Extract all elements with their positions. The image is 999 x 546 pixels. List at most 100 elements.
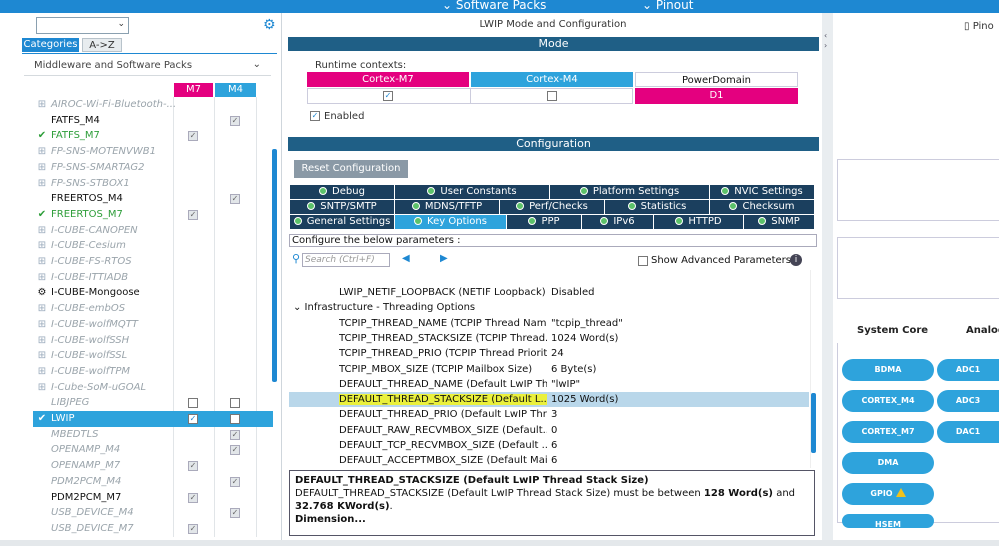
tab-categories[interactable]: Categories bbox=[22, 38, 79, 52]
tab-user-constants[interactable]: User Constants bbox=[395, 185, 550, 199]
parameter-row[interactable]: TCPIP_THREAD_NAME (TCPIP Thread Name)"tc… bbox=[289, 316, 809, 331]
parameter-row[interactable]: DEFAULT_THREAD_PRIO (Default LwIP Thre..… bbox=[289, 407, 809, 422]
list-item[interactable]: ⊞I-CUBE-embOS bbox=[33, 301, 273, 317]
list-item[interactable]: OPENAMP_M4✓ bbox=[33, 442, 273, 458]
parameter-value[interactable]: 0 bbox=[551, 423, 557, 438]
parameter-row[interactable]: TCPIP_THREAD_PRIO (TCPIP Thread Priorit.… bbox=[289, 346, 809, 361]
cortex-m7-checkbox[interactable]: ✓ bbox=[383, 91, 393, 101]
tab-debug[interactable]: Debug bbox=[290, 185, 395, 199]
cortex-m4-checkbox[interactable] bbox=[547, 91, 557, 101]
tab-platform-settings[interactable]: Platform Settings bbox=[550, 185, 710, 199]
list-item[interactable]: ⊞I-CUBE-CANOPEN bbox=[33, 223, 273, 239]
list-item[interactable]: ✔LWIP✓ bbox=[33, 411, 273, 427]
m4-checkbox[interactable] bbox=[230, 398, 240, 408]
tab-key-options[interactable]: Key Options bbox=[395, 215, 507, 229]
parameter-value[interactable]: 6 Byte(s) bbox=[551, 362, 596, 377]
parameter-value[interactable]: "lwIP" bbox=[551, 377, 580, 392]
parameter-scrollbar[interactable] bbox=[811, 393, 816, 453]
pinout-menu[interactable]: ⌄ Pinout bbox=[642, 0, 693, 12]
list-item[interactable]: ⊞FP-SNS-SMARTAG2 bbox=[33, 160, 273, 176]
parameter-value[interactable]: "tcpip_thread" bbox=[551, 316, 623, 331]
parameter-row[interactable]: TCPIP_THREAD_STACKSIZE (TCPIP Thread...1… bbox=[289, 331, 809, 346]
m4-checkbox[interactable]: ✓ bbox=[230, 445, 240, 455]
m4-checkbox[interactable]: ✓ bbox=[230, 194, 240, 204]
search-next-icon[interactable]: ▶ bbox=[440, 253, 448, 264]
peripheral-cortex-m4[interactable]: CORTEX_M4 bbox=[842, 390, 934, 412]
m4-checkbox[interactable]: ✓ bbox=[230, 116, 240, 126]
m7-checkbox[interactable]: ✓ bbox=[188, 493, 198, 503]
parameter-row[interactable]: DEFAULT_TCP_RECVMBOX_SIZE (Default ...6 bbox=[289, 438, 809, 453]
list-item[interactable]: FATFS_M4✓ bbox=[33, 113, 273, 129]
parameter-value[interactable]: 24 bbox=[551, 346, 564, 361]
list-item[interactable]: USB_DEVICE_M7✓ bbox=[33, 521, 273, 537]
m7-checkbox[interactable] bbox=[188, 398, 198, 408]
category-search-select[interactable]: ⌄ bbox=[36, 17, 129, 34]
list-item[interactable]: LIBJPEG bbox=[33, 395, 273, 411]
parameter-value[interactable]: 6 bbox=[551, 438, 557, 453]
peripheral-adc3[interactable]: ADC3 bbox=[937, 390, 999, 412]
m4-checkbox[interactable] bbox=[230, 414, 240, 424]
tab-statistics[interactable]: Statistics bbox=[605, 200, 710, 214]
m7-checkbox[interactable]: ✓ bbox=[188, 461, 198, 471]
tab-a-to-z[interactable]: A->Z bbox=[82, 38, 122, 52]
list-item[interactable]: ⊞I-CUBE-wolfMQTT bbox=[33, 317, 273, 333]
list-item[interactable]: USB_DEVICE_M4✓ bbox=[33, 505, 273, 521]
peripheral-cortex-m7[interactable]: CORTEX_M7 bbox=[842, 421, 934, 443]
enabled-checkbox[interactable]: ✓ bbox=[310, 111, 320, 121]
pinout-view-tab[interactable]: ▯ Pino bbox=[964, 21, 994, 32]
show-advanced-checkbox[interactable] bbox=[638, 256, 648, 266]
tab-sntp-smtp[interactable]: SNTP/SMTP bbox=[290, 200, 395, 214]
left-scrollbar[interactable] bbox=[272, 149, 277, 382]
list-item[interactable]: ⊞I-CUBE-Cesium bbox=[33, 238, 273, 254]
software-packs-menu[interactable]: ⌄ Software Packs bbox=[442, 0, 546, 12]
list-item[interactable]: ⚙I-CUBE-Mongoose bbox=[33, 285, 273, 301]
peripheral-dma[interactable]: DMA bbox=[842, 452, 934, 474]
list-item[interactable]: ⊞I-CUBE-wolfTPM bbox=[33, 364, 273, 380]
list-item[interactable]: ⊞AIROC-Wi-Fi-Bluetooth-... bbox=[33, 97, 273, 113]
tab-perf-checks[interactable]: Perf/Checks bbox=[500, 200, 605, 214]
m4-checkbox[interactable]: ✓ bbox=[230, 430, 240, 440]
parameter-row[interactable]: LWIP_NETIF_LOOPBACK (NETIF Loopback)Disa… bbox=[289, 285, 809, 300]
list-item[interactable]: PDM2PCM_M4✓ bbox=[33, 474, 273, 490]
parameter-value[interactable]: 1025 Word(s) bbox=[551, 392, 618, 407]
m7-checkbox[interactable]: ✓ bbox=[188, 131, 198, 141]
reset-configuration-button[interactable]: Reset Configuration bbox=[294, 160, 408, 178]
list-item[interactable]: ✔FREERTOS_M7✓ bbox=[33, 207, 273, 223]
parameter-value[interactable]: 1024 Word(s) bbox=[551, 331, 618, 346]
peripheral-dac1[interactable]: DAC1 bbox=[937, 421, 999, 443]
list-item[interactable]: ⊞FP-SNS-STBOX1 bbox=[33, 176, 273, 192]
list-item[interactable]: ⊞I-CUBE-FS-RTOS bbox=[33, 254, 273, 270]
list-item[interactable]: ✔FATFS_M7✓ bbox=[33, 128, 273, 144]
parameter-value[interactable]: 3 bbox=[551, 407, 557, 422]
parameter-row[interactable]: DEFAULT_RAW_RECVMBOX_SIZE (Default...0 bbox=[289, 423, 809, 438]
gear-icon[interactable]: ⚙ bbox=[263, 17, 276, 33]
tab-checksum[interactable]: Checksum bbox=[710, 200, 815, 214]
list-item[interactable]: MBEDTLS✓ bbox=[33, 427, 273, 443]
parameter-search-input[interactable]: Search (Ctrl+F) bbox=[302, 253, 390, 267]
tab-general-settings[interactable]: General Settings bbox=[290, 215, 395, 229]
peripheral-gpio[interactable]: GPIO bbox=[842, 483, 934, 505]
m7-checkbox[interactable]: ✓ bbox=[188, 414, 198, 424]
m4-checkbox[interactable]: ✓ bbox=[230, 508, 240, 518]
m7-checkbox[interactable]: ✓ bbox=[188, 524, 198, 534]
parameter-value[interactable]: Disabled bbox=[551, 285, 594, 300]
middleware-section-header[interactable]: Middleware and Software Packs ⌄ bbox=[24, 57, 271, 76]
parameter-group[interactable]: ⌄ Infrastructure - Threading Options bbox=[289, 300, 809, 315]
list-item[interactable]: ⊞I-CUBE-ITTIADB bbox=[33, 270, 273, 286]
panel-splitter[interactable]: ‹ › bbox=[822, 13, 833, 546]
parameter-row[interactable]: TCPIP_MBOX_SIZE (TCPIP Mailbox Size)6 By… bbox=[289, 362, 809, 377]
m7-checkbox[interactable]: ✓ bbox=[188, 210, 198, 220]
tab-mdns-tftp[interactable]: MDNS/TFTP bbox=[395, 200, 500, 214]
tab-ppp[interactable]: PPP bbox=[507, 215, 582, 229]
chevron-left-icon[interactable]: ‹ bbox=[824, 31, 827, 40]
chevron-right-icon[interactable]: › bbox=[824, 41, 827, 50]
tab-httpd[interactable]: HTTPD bbox=[654, 215, 744, 229]
m4-checkbox[interactable]: ✓ bbox=[230, 477, 240, 487]
list-item[interactable]: ⊞FP-SNS-MOTENVWB1 bbox=[33, 144, 273, 160]
list-item[interactable]: ⊞I-CUBE-wolfSSL bbox=[33, 348, 273, 364]
tab-nvic-settings[interactable]: NVIC Settings bbox=[710, 185, 815, 199]
search-previous-icon[interactable]: ◀ bbox=[402, 253, 410, 264]
tab-ipv6[interactable]: IPv6 bbox=[582, 215, 654, 229]
tab-snmp[interactable]: SNMP bbox=[744, 215, 815, 229]
parameter-row[interactable]: DEFAULT_ACCEPTMBOX_SIZE (Default Mai...6 bbox=[289, 453, 809, 468]
